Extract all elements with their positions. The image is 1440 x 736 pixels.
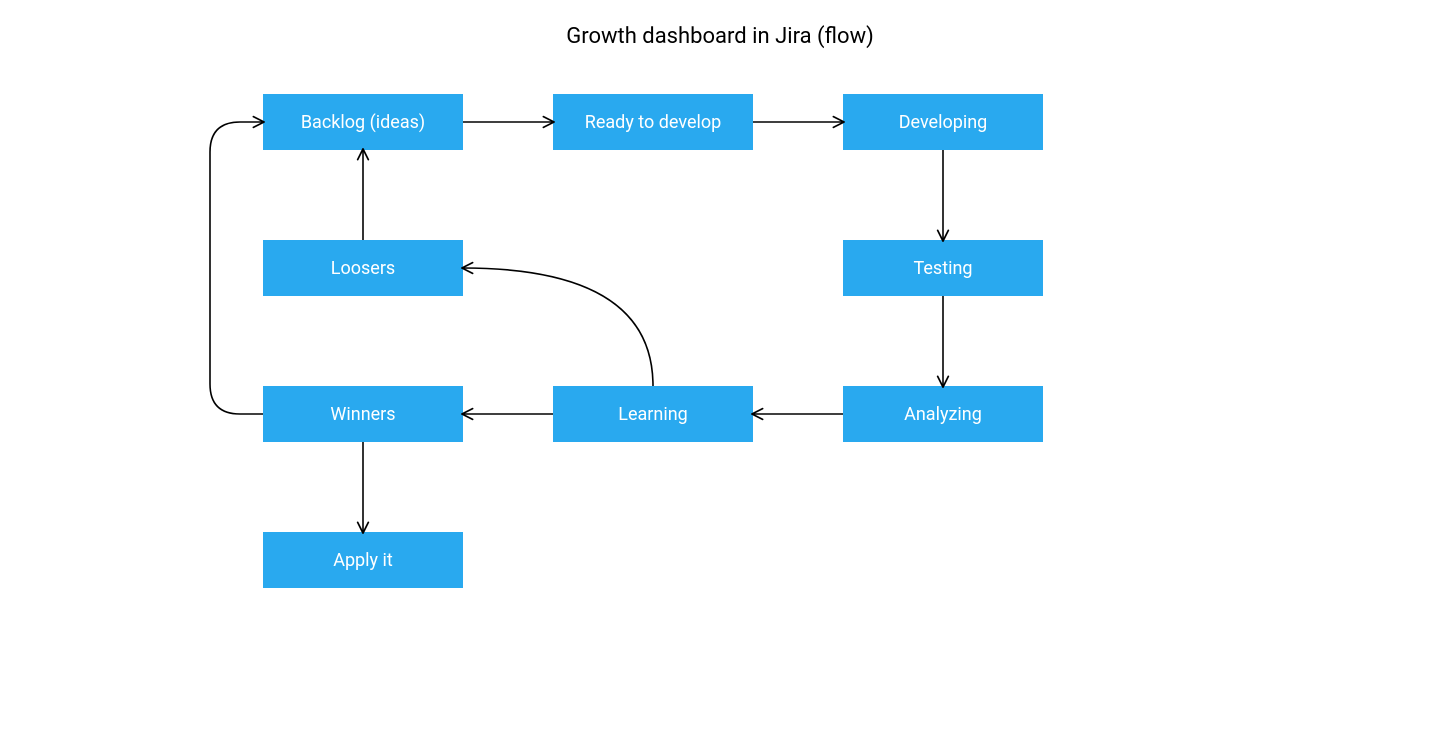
diagram-title: Growth dashboard in Jira (flow): [0, 24, 1440, 49]
edge-winners-to-backlog: [210, 122, 263, 414]
node-loosers: Loosers: [263, 240, 463, 296]
node-ready: Ready to develop: [553, 94, 753, 150]
node-backlog: Backlog (ideas): [263, 94, 463, 150]
diagram-canvas: Growth dashboard in Jira (flow) Backlog …: [0, 0, 1440, 736]
node-testing: Testing: [843, 240, 1043, 296]
node-analyzing: Analyzing: [843, 386, 1043, 442]
node-applyit: Apply it: [263, 532, 463, 588]
node-winners: Winners: [263, 386, 463, 442]
node-developing: Developing: [843, 94, 1043, 150]
node-learning: Learning: [553, 386, 753, 442]
edge-learning-to-loosers: [463, 268, 653, 386]
